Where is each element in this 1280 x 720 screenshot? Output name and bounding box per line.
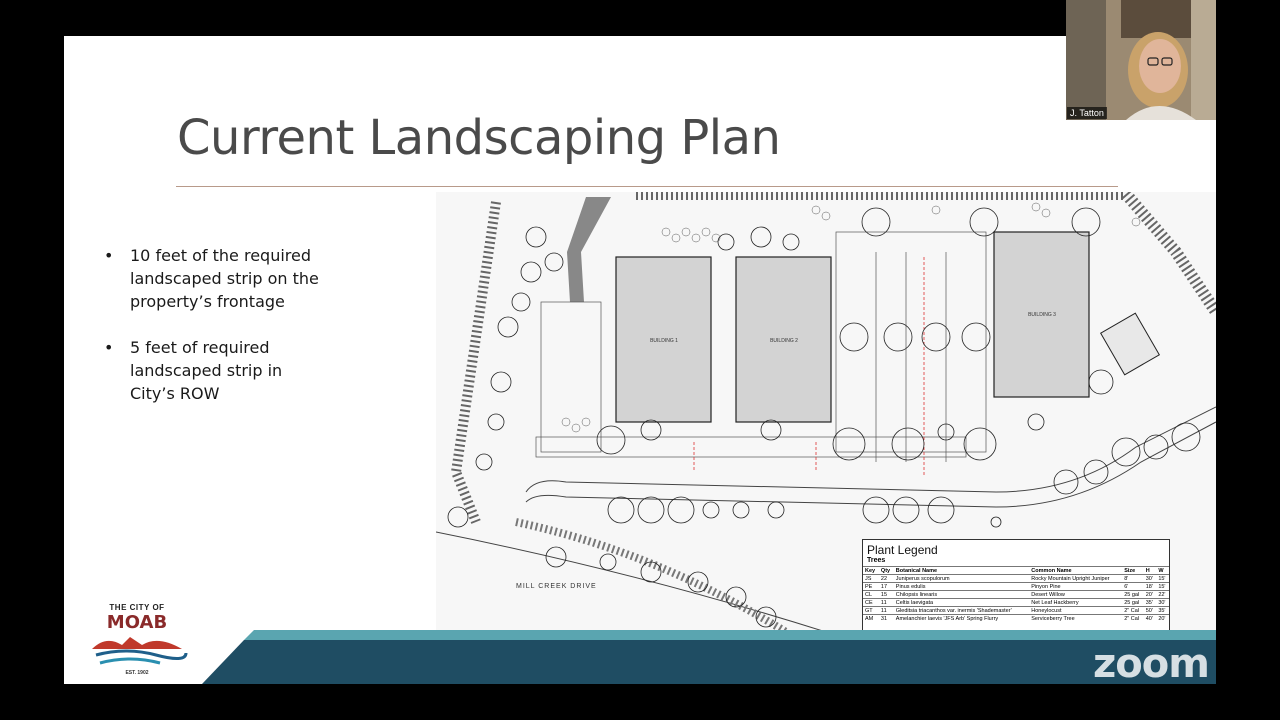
participant-name: J. Tatton <box>1067 107 1107 119</box>
legend-subtitle: Trees <box>867 557 886 564</box>
participant-video-feed <box>1066 0 1216 120</box>
legend-cell: PE <box>863 582 879 591</box>
legend-cell: Pinus edulis <box>893 582 1030 591</box>
legend-col-header: Size <box>1122 566 1144 575</box>
legend-cell: Gleditsia triacanthos var. inermis 'Shad… <box>893 606 1030 615</box>
bullet-list: 10 feet of the required landscaped strip… <box>100 244 320 428</box>
legend-col-header: W <box>1156 566 1169 575</box>
bullet-item: 10 feet of the required landscaped strip… <box>100 244 320 313</box>
title-divider <box>176 186 1118 187</box>
legend-col-header: Key <box>863 566 879 575</box>
legend-cell: 30' <box>1143 574 1157 583</box>
legend-cell: 8' <box>1122 574 1144 583</box>
legend-cell: JS <box>863 574 879 583</box>
legend-col-header: Qty <box>878 566 894 575</box>
legend-cell: 50' <box>1143 606 1157 615</box>
legend-cell: CE <box>863 598 879 607</box>
plant-legend: Plant Legend Trees Key Qty Botanical Nam… <box>862 539 1170 633</box>
legend-cell: 25 gal <box>1122 590 1144 599</box>
logo-top-text: THE CITY OF <box>109 603 165 612</box>
legend-cell: 22' <box>1156 590 1169 599</box>
legend-cell: GT <box>863 606 879 615</box>
presentation-slide: Current Landscaping Plan 10 feet of the … <box>64 36 1216 684</box>
building-2-label: BUILDING 2 <box>770 338 798 344</box>
legend-cell: Rocky Mountain Upright Juniper <box>1029 574 1123 583</box>
legend-row: PE 17 Pinus edulis Pinyon Pine 6' 18' 15… <box>863 582 1169 591</box>
legend-cell: 17 <box>878 582 894 591</box>
legend-cell: 18' <box>1143 582 1157 591</box>
legend-cell: 30' <box>1156 598 1169 607</box>
legend-cell: Chilopsis linearis <box>893 590 1030 599</box>
participant-video-tile[interactable]: J. Tatton <box>1066 0 1216 120</box>
legend-cell: 15' <box>1156 582 1169 591</box>
legend-row: CL 15 Chilopsis linearis Desert Willow 2… <box>863 590 1169 599</box>
legend-cell: Pinyon Pine <box>1029 582 1123 591</box>
legend-col-header: Botanical Name <box>893 566 1030 575</box>
city-of-moab-logo: THE CITY OF MOAB EST. 1902 <box>84 599 190 679</box>
street-label: MILL CREEK DRIVE <box>516 583 597 590</box>
legend-cell: 31 <box>878 614 894 622</box>
legend-cell: AM <box>863 614 879 622</box>
legend-cell: 20' <box>1143 590 1157 599</box>
legend-cell: 6' <box>1122 582 1144 591</box>
slide-footer-band <box>202 630 1216 684</box>
legend-cell: 25 gal <box>1122 598 1144 607</box>
building-1-label: BUILDING 1 <box>650 338 678 344</box>
legend-row: AM 31 Amelanchier laevis 'JFS Arb' Sprin… <box>863 614 1169 622</box>
legend-cell: 2" Cal <box>1122 614 1144 622</box>
logo-landscape-icon <box>92 637 188 665</box>
legend-cell: Desert Willow <box>1029 590 1123 599</box>
legend-cell: Juniperus scopulorum <box>893 574 1030 583</box>
zoom-watermark: zoom <box>1093 641 1210 687</box>
legend-cell: 15 <box>878 590 894 599</box>
legend-cell: 11 <box>878 598 894 607</box>
legend-cell: 2" Cal <box>1122 606 1144 615</box>
legend-row: JS 22 Juniperus scopulorum Rocky Mountai… <box>863 574 1169 583</box>
legend-title: Plant Legend <box>867 543 938 557</box>
legend-cell: Net Leaf Hackberry <box>1029 598 1123 607</box>
building-3-label: BUILDING 3 <box>1028 312 1056 318</box>
legend-col-header: H <box>1143 566 1157 575</box>
legend-cell: 35' <box>1143 598 1157 607</box>
logo-established: EST. 1902 <box>125 670 149 676</box>
bullet-item: 5 feet of required landscaped strip in C… <box>100 336 320 405</box>
legend-row: CE 11 Celtis laevigata Net Leaf Hackberr… <box>863 598 1169 607</box>
legend-col-header: Common Name <box>1029 566 1123 575</box>
legend-cell: 11 <box>878 606 894 615</box>
logo-main-text: MOAB <box>106 612 168 633</box>
legend-cell: Serviceberry Tree <box>1029 614 1123 622</box>
slide-title: Current Landscaping Plan <box>177 110 781 166</box>
legend-header-row: Key Qty Botanical Name Common Name Size … <box>863 566 1169 575</box>
legend-cell: CL <box>863 590 879 599</box>
legend-cell: 20' <box>1156 614 1169 622</box>
legend-cell: Honeylocust <box>1029 606 1123 615</box>
legend-row: GT 11 Gleditsia triacanthos var. inermis… <box>863 606 1169 615</box>
legend-cell: Amelanchier laevis 'JFS Arb' Spring Flur… <box>893 614 1030 622</box>
legend-table: Key Qty Botanical Name Common Name Size … <box>863 566 1169 622</box>
legend-cell: 15' <box>1156 574 1169 583</box>
legend-cell: Celtis laevigata <box>893 598 1030 607</box>
legend-cell: 40' <box>1143 614 1157 622</box>
legend-cell: 22 <box>878 574 894 583</box>
legend-cell: 35' <box>1156 606 1169 615</box>
